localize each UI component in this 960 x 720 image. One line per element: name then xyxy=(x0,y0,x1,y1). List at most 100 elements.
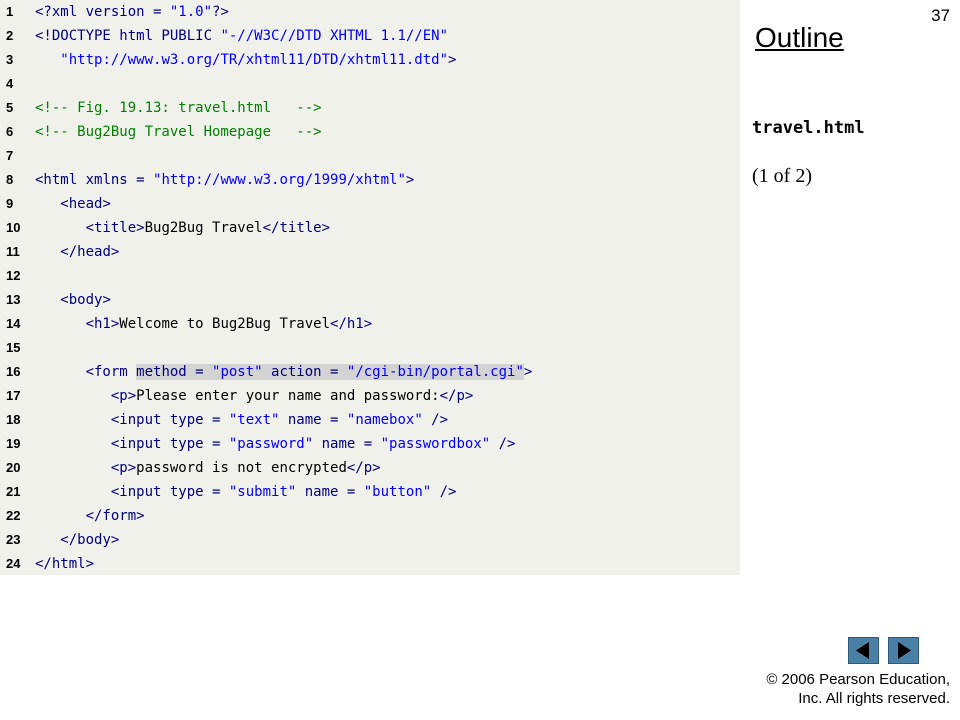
line-number: 7 xyxy=(6,148,14,163)
html-tag: <html xyxy=(35,172,78,188)
input-tag: <input xyxy=(110,436,162,452)
line-number: 13 xyxy=(6,292,21,307)
line-number: 12 xyxy=(6,268,21,283)
line-number: 20 xyxy=(6,460,21,475)
tag-close: /> xyxy=(422,412,449,428)
line-number: 17 xyxy=(6,388,21,403)
input-tag: <input xyxy=(110,412,162,428)
attr-value: "passwordbox" xyxy=(380,436,491,452)
line-number: 22 xyxy=(6,508,21,523)
p-open-tag: <p> xyxy=(110,460,137,476)
code-line: 6 <!-- Bug2Bug Travel Homepage --> xyxy=(0,120,740,144)
code-line: 7 xyxy=(0,144,740,168)
h1-open-tag: <h1> xyxy=(85,316,120,332)
line-number: 14 xyxy=(6,316,21,331)
line-number: 10 xyxy=(6,220,21,235)
code-line: 14 <h1>Welcome to Bug2Bug Travel</h1> xyxy=(0,312,740,336)
attr-value: "password" xyxy=(228,436,314,452)
code-line: 24 </html> xyxy=(0,552,740,576)
attr-value: "submit" xyxy=(228,484,297,500)
input-tag: <input xyxy=(110,484,162,500)
attr-value: "http://www.w3.org/1999/xhtml" xyxy=(153,172,406,188)
line-number: 15 xyxy=(6,340,21,355)
code-line: 13 <body> xyxy=(0,288,740,312)
code-line: 20 <p>password is not encrypted</p> xyxy=(0,456,740,480)
line-number: 5 xyxy=(6,100,14,115)
attr-name: name = xyxy=(296,484,364,500)
title-text: Bug2Bug Travel xyxy=(144,220,263,236)
p-close-tag: </p> xyxy=(439,388,474,404)
code-line: 4 xyxy=(0,72,740,96)
body-close-tag: </body> xyxy=(60,532,120,548)
paragraph-text: Please enter your name and password: xyxy=(136,388,440,404)
attr-name: type = xyxy=(161,436,229,452)
attr-name: xmlns = xyxy=(77,172,154,188)
paragraph-text: password is not encrypted xyxy=(136,460,347,476)
triangle-right-icon xyxy=(898,642,911,659)
code-line: 1 <?xml version = "1.0"?> xyxy=(0,0,740,24)
page-number: 37 xyxy=(931,6,950,25)
form-tag: <form xyxy=(85,364,137,380)
code-line: 10 <title>Bug2Bug Travel</title> xyxy=(0,216,740,240)
html-close-tag: </html> xyxy=(35,556,95,572)
copyright-line: © 2006 Pearson Education, xyxy=(766,671,950,688)
code-line: 8 <html xmlns = "http://www.w3.org/1999/… xyxy=(0,168,740,192)
attr-value: "button" xyxy=(363,484,432,500)
code-line: 19 <input type = "password" name = "pass… xyxy=(0,432,740,456)
line-number: 16 xyxy=(6,364,21,379)
attr-value: "namebox" xyxy=(346,412,423,428)
code-listing: 1 <?xml version = "1.0"?> 2 <!DOCTYPE ht… xyxy=(0,0,740,575)
code-line: 2 <!DOCTYPE html PUBLIC "-//W3C//DTD XHT… xyxy=(0,24,740,48)
copyright-line: Inc. All rights reserved. xyxy=(798,690,950,707)
head-close-tag: </head> xyxy=(60,244,120,260)
title-close-tag: </title> xyxy=(262,220,331,236)
attr-value: "-//W3C//DTD XHTML 1.1//EN" xyxy=(220,28,449,44)
line-number: 19 xyxy=(6,436,21,451)
code-line: 15 xyxy=(0,336,740,360)
title-open-tag: <title> xyxy=(85,220,145,236)
attr-name: type = xyxy=(161,484,229,500)
heading-text: Welcome to Bug2Bug Travel xyxy=(119,316,331,332)
attr-value: "1.0" xyxy=(169,4,213,20)
next-slide-button[interactable] xyxy=(888,637,919,664)
head-tag: <head> xyxy=(60,196,111,212)
attr-value: "http://www.w3.org/TR/xhtml11/DTD/xhtml1… xyxy=(60,52,449,68)
code-line: 9 <head> xyxy=(0,192,740,216)
code-line: 22 </form> xyxy=(0,504,740,528)
tag-close: > xyxy=(405,172,415,188)
line-number: 11 xyxy=(6,244,20,259)
line-number: 9 xyxy=(6,196,14,211)
line-number: 21 xyxy=(6,484,21,499)
line-number: 6 xyxy=(6,124,14,139)
tag-close: > xyxy=(523,364,533,380)
xml-declaration: <?xml version = xyxy=(35,4,170,20)
tag-close: /> xyxy=(490,436,516,452)
p-open-tag: <p> xyxy=(110,388,137,404)
triangle-left-icon xyxy=(856,642,869,659)
line-number: 24 xyxy=(6,556,21,571)
doctype-tag: <!DOCTYPE html PUBLIC xyxy=(35,28,221,44)
form-close-tag: </form> xyxy=(85,508,145,524)
attr-name: type = xyxy=(161,412,229,428)
line-number: 4 xyxy=(6,76,14,91)
line-number: 18 xyxy=(6,412,21,427)
line-number: 23 xyxy=(6,532,21,547)
code-line: 5 <!-- Fig. 19.13: travel.html --> xyxy=(0,96,740,120)
h1-close-tag: </h1> xyxy=(330,316,373,332)
highlighted-attributes: method = "post" action = "/cgi-bin/porta… xyxy=(136,364,524,380)
line-number: 8 xyxy=(6,172,14,187)
code-line: 21 <input type = "submit" name = "button… xyxy=(0,480,740,504)
code-line: 11 </head> xyxy=(0,240,740,264)
p-close-tag: </p> xyxy=(346,460,381,476)
tag-close: /> xyxy=(431,484,457,500)
part-indicator: (1 of 2) xyxy=(752,165,812,187)
code-line: 12 xyxy=(0,264,740,288)
line-number: 2 xyxy=(6,28,14,43)
attr-value: "text" xyxy=(228,412,280,428)
body-tag: <body> xyxy=(60,292,111,308)
file-name: travel.html xyxy=(752,118,865,138)
code-line: 16 <form method = "post" action = "/cgi-… xyxy=(0,360,740,384)
code-line: 23 </body> xyxy=(0,528,740,552)
previous-slide-button[interactable] xyxy=(848,637,879,664)
outline-title: Outline xyxy=(755,22,844,53)
